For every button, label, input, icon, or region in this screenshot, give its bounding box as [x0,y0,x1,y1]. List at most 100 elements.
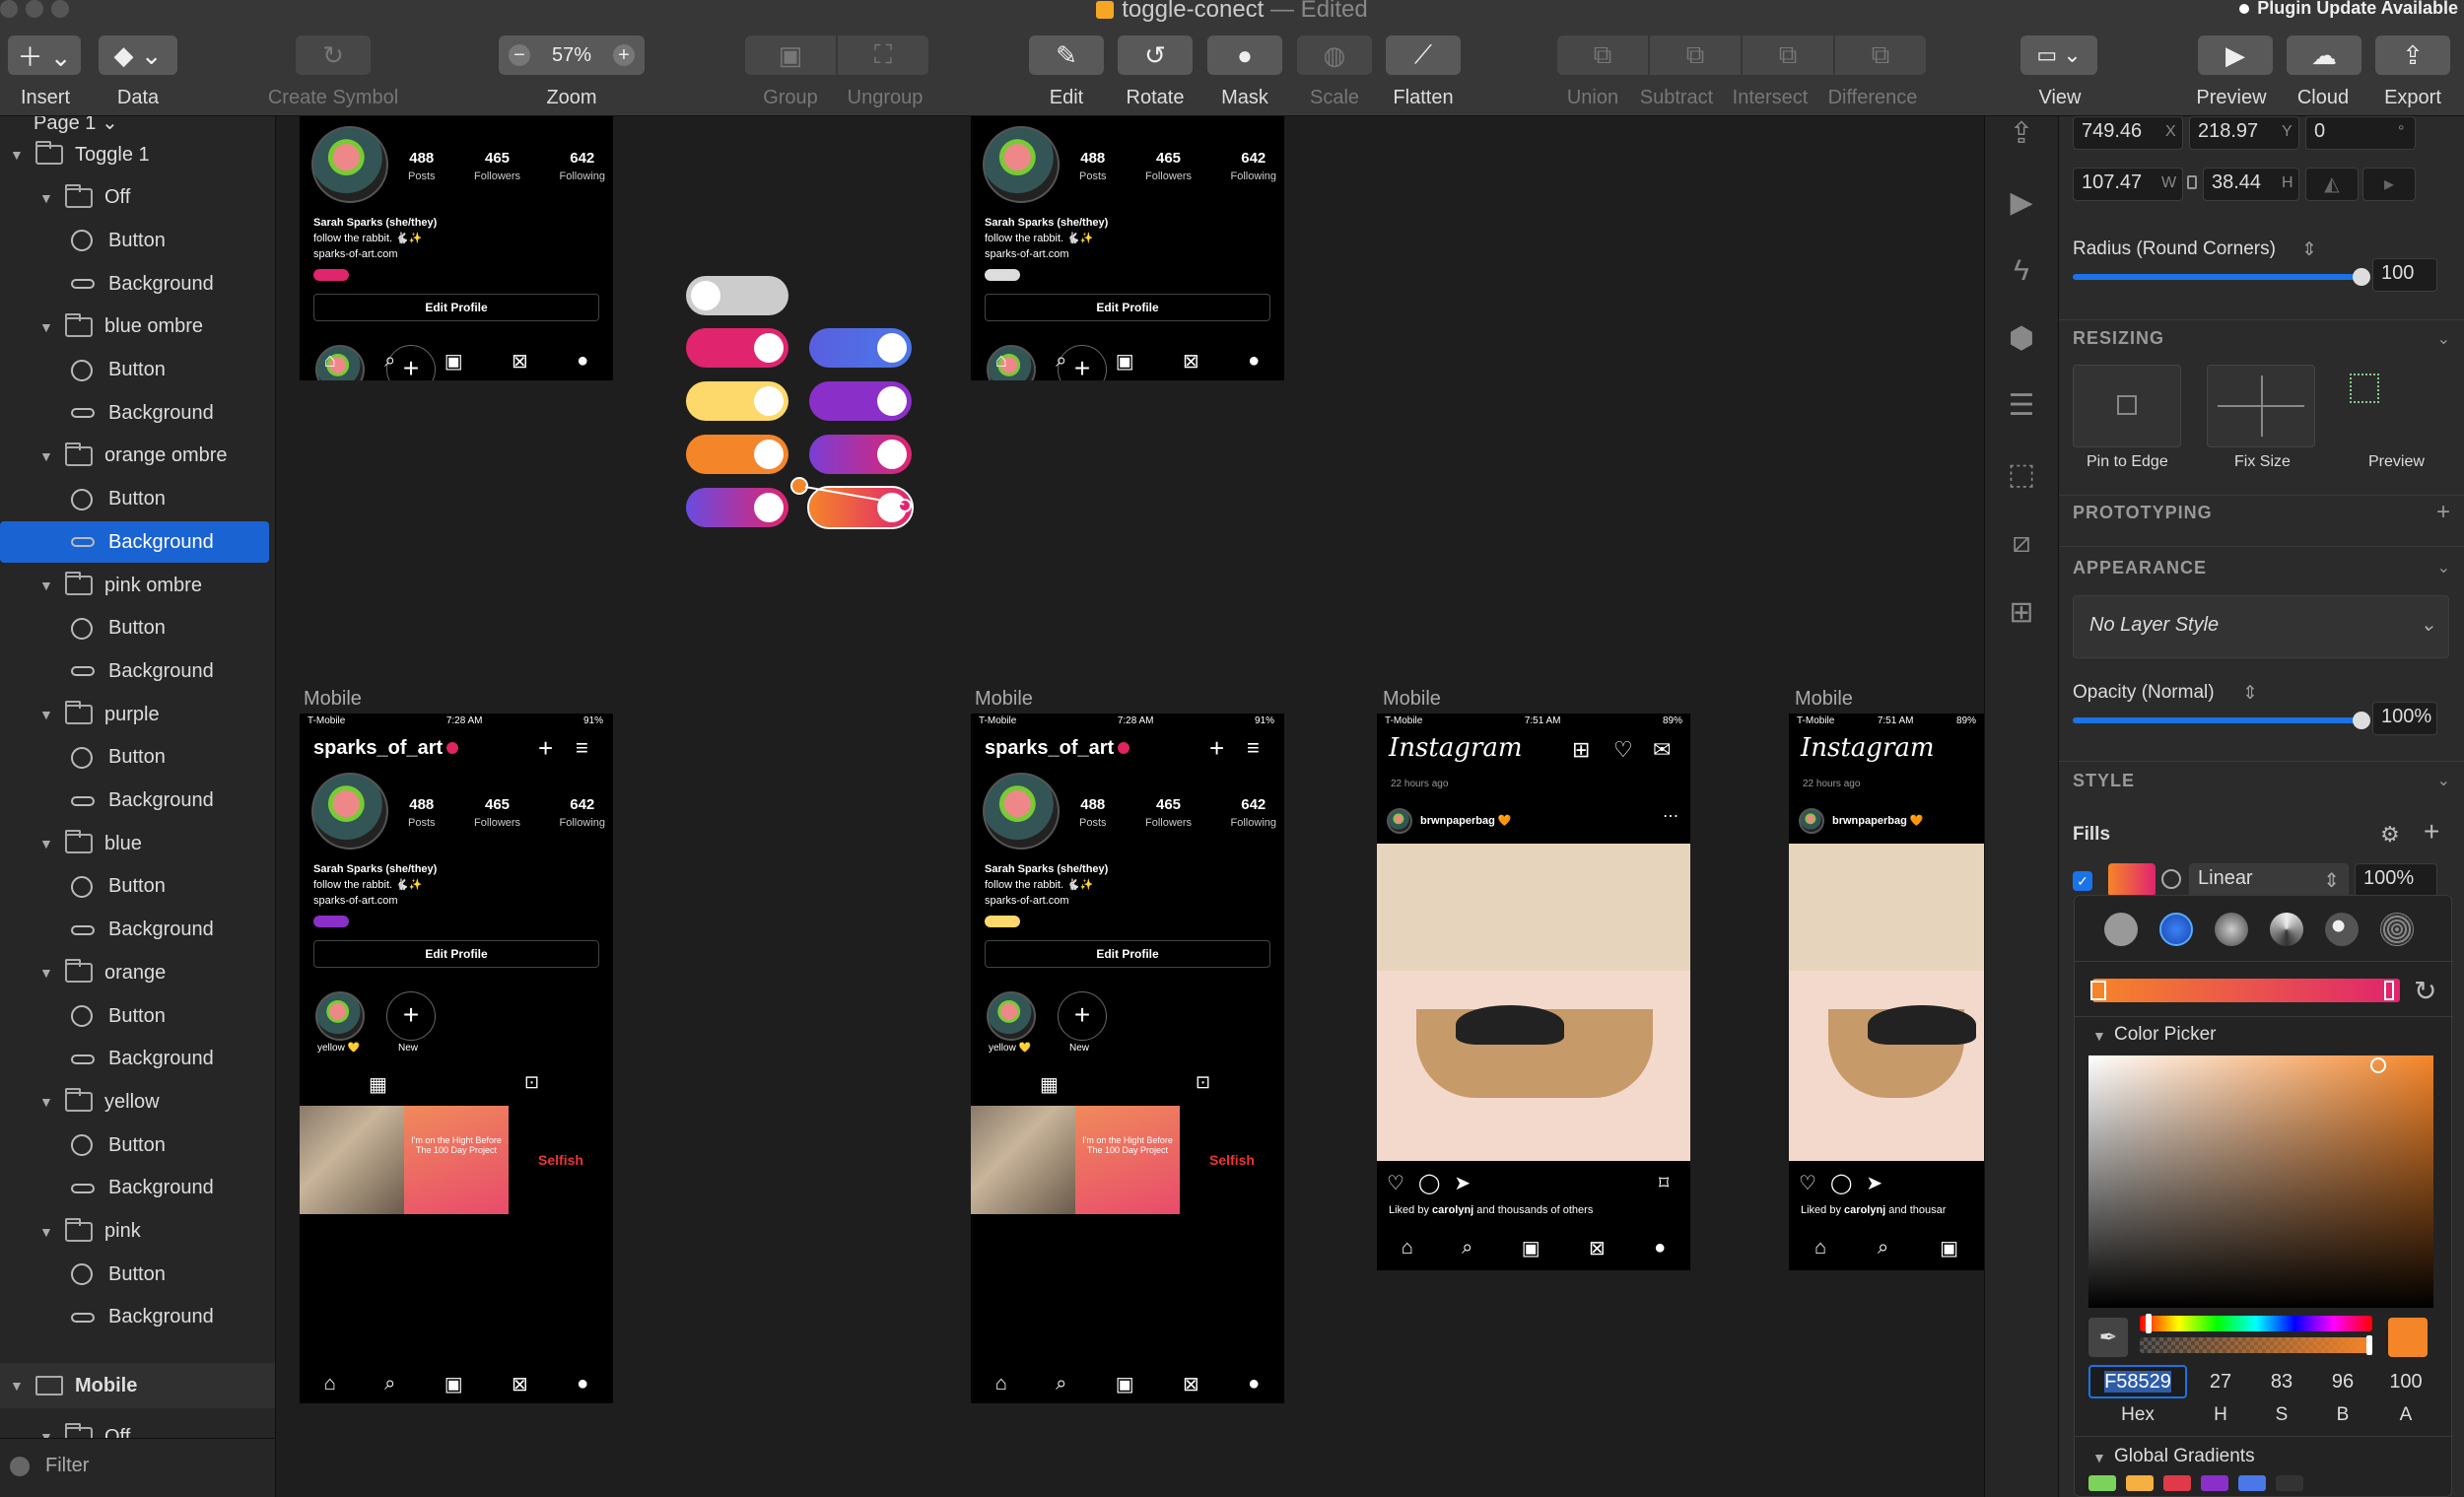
add-post-icon[interactable]: + [1209,116,1224,117]
flip-horizontal-button[interactable]: ◭ [2305,168,2359,201]
toggle-blue[interactable] [809,328,912,368]
stat-item[interactable]: 642 Following [1231,150,1276,184]
insert-button[interactable]: ＋ ⌄ [8,35,81,75]
layer-background-row[interactable]: Background [0,781,275,822]
create-symbol-button[interactable]: ↻ [296,35,371,75]
filter-bar[interactable]: Filter [0,1438,275,1497]
lightning-icon[interactable]: ϟ [2003,254,2040,292]
lock-icon[interactable] [2187,175,2197,189]
layer-button-row[interactable]: Button [0,350,275,391]
prototyping-section[interactable]: PROTOTYPING [2073,503,2213,523]
edit-profile-button[interactable]: Edit Profile [985,294,1270,321]
saturation-field[interactable]: 83 [2254,1365,2309,1398]
image-edit-icon[interactable]: ⧄ [2003,526,2040,564]
grid-tab-icon[interactable]: ▦ [369,1072,387,1097]
disclosure-triangle-icon[interactable]: ▼ [39,965,53,981]
radius-slider-knob[interactable] [2353,268,2370,286]
stat-item[interactable]: 642 Following [1231,796,1276,831]
home-icon[interactable]: ⌂ [1814,1237,1826,1259]
share-icon[interactable]: ➤ [1866,1171,1882,1195]
alpha-slider[interactable] [2140,1337,2372,1353]
opacity-field[interactable]: 100% [2372,702,2437,735]
union-button[interactable]: ⧉ [1557,35,1648,75]
reverse-gradient-icon[interactable]: ↻ [2414,975,2436,1007]
reels-icon[interactable]: ▣ [1116,349,1134,374]
poster-avatar[interactable] [1387,808,1412,834]
add-post-icon[interactable]: + [538,116,553,117]
disclosure-triangle-icon[interactable]: ▼ [39,319,53,335]
layer-background-row[interactable]: Background [0,392,275,434]
layer-group-row[interactable]: ▼ pink ombre [0,565,275,606]
disclosure-triangle-icon[interactable]: ▼ [39,578,53,593]
comment-icon[interactable]: ◯ [1830,1171,1852,1195]
layer-group-row[interactable]: ▼ orange [0,952,275,993]
layer-group-row[interactable]: ▼ orange ombre [0,436,275,477]
page-selector[interactable]: Page 1 ⌄ [34,116,118,135]
subtract-button[interactable]: ⧉ [1650,35,1741,75]
rotate-button[interactable]: ↺ [1118,35,1193,75]
gradient-stop-end[interactable] [2384,981,2394,1000]
blend-mode-stepper-icon[interactable]: ⇕ [2242,682,2258,705]
layer-button-row[interactable]: Button [0,737,275,779]
scale-button[interactable]: ◍ [1297,35,1372,75]
layer-button-row[interactable]: Button [0,1124,275,1166]
gradient-swatch[interactable] [2088,1475,2116,1491]
layer-artboard-row[interactable]: ▼ Mobile [0,1363,275,1408]
toggle-orange[interactable] [686,435,788,474]
home-icon[interactable]: ⌂ [995,350,1007,373]
menu-icon[interactable]: ≡ [576,735,588,761]
heart-icon[interactable]: ♡ [1387,1171,1404,1195]
mini-toggle[interactable] [313,916,349,927]
hexagon-icon[interactable]: ⬢ [2003,321,2040,359]
stat-item[interactable]: 488 Posts [1079,796,1107,831]
highlight-avatar[interactable] [987,991,1036,1041]
stat-item[interactable]: 465 Followers [1145,150,1192,184]
gear-icon[interactable]: ⚙ [2380,822,2400,848]
profile-nav-icon[interactable]: ● [577,1373,588,1395]
add-post-icon[interactable]: ⊞ [1572,737,1590,763]
layer-background-row[interactable]: Background [0,910,275,951]
new-highlight-button[interactable]: + [1058,991,1107,1041]
search-icon[interactable]: ⌕ [384,350,395,373]
shop-icon[interactable]: ⊠ [1183,1372,1199,1396]
noise-fill-icon[interactable] [2380,913,2414,946]
reels-icon[interactable]: ▣ [445,349,463,374]
profile-nav-icon[interactable]: ● [577,350,588,373]
poster-avatar[interactable] [1799,808,1824,834]
fill-opacity-field[interactable]: 100% [2355,863,2437,897]
post-image[interactable] [1377,844,1690,1161]
home-icon[interactable]: ⌂ [324,1373,336,1395]
gradient-swatch[interactable] [2126,1475,2154,1491]
profile-avatar[interactable] [983,773,1060,850]
home-icon[interactable]: ⌂ [324,350,336,373]
profile-nav-icon[interactable]: ● [1248,1373,1260,1395]
plugin-update-notice[interactable]: Plugin Update Available [2239,0,2458,19]
data-button[interactable]: ◆ ⌄ [99,35,177,75]
gradient-swatch[interactable] [2276,1475,2303,1491]
heart-icon[interactable]: ♡ [1799,1171,1816,1195]
upload-icon[interactable]: ⇪ [2003,116,2040,154]
disclosure-triangle-icon[interactable]: ▼ [39,448,53,464]
profile-mockup[interactable]: sparks_of_art+≡488Posts465Followers642Fo… [971,116,1284,380]
post-thumbnail[interactable]: Selfish [509,1106,613,1214]
color-cursor[interactable] [2370,1057,2386,1073]
ungroup-button[interactable]: ⛶ [838,35,928,75]
bookmark-icon[interactable]: ⌑ [1659,1171,1669,1195]
edit-profile-button[interactable]: Edit Profile [313,294,599,321]
post-thumbnail[interactable]: Selfish [1180,1106,1284,1214]
reels-icon[interactable]: ▣ [445,1372,463,1396]
stat-item[interactable]: 642 Following [560,796,605,831]
edit-profile-button[interactable]: Edit Profile [985,940,1270,968]
layer-group-row[interactable]: ▼ yellow [0,1081,275,1123]
chevron-down-icon[interactable]: ⌄ [2437,558,2450,578]
zoom-value[interactable]: 57% [552,44,591,67]
artboard-label[interactable]: Mobile [304,688,362,711]
toggle-yellow[interactable] [686,381,788,421]
mini-toggle[interactable] [985,269,1020,281]
radius-stepper-icon[interactable]: ⇕ [2301,238,2317,261]
disclosure-triangle-icon[interactable]: ▼ [39,1224,53,1240]
brightness-field[interactable]: 96 [2315,1365,2370,1398]
layer-background-row[interactable]: Background [0,1168,275,1209]
layer-group-row[interactable]: ▼ pink [0,1211,275,1253]
toggle-purple[interactable] [809,381,912,421]
